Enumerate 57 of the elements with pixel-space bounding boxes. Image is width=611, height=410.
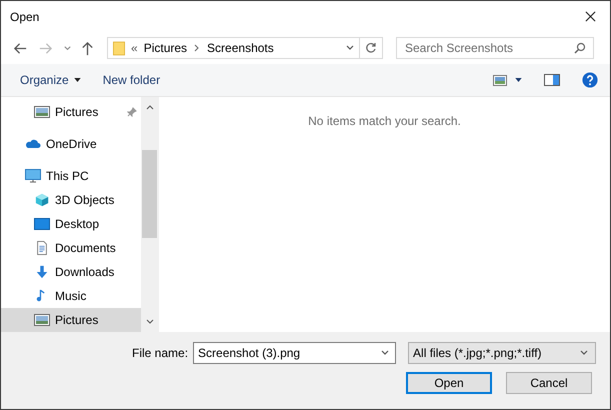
breadcrumb[interactable]: Pictures — [144, 41, 188, 55]
sidebar-item[interactable]: This PC — [1, 164, 141, 188]
picture-icon — [34, 313, 50, 327]
file-name-label: File name: — [132, 346, 188, 360]
sidebar-label: Downloads — [55, 265, 116, 279]
scroll-up-icon[interactable] — [146, 105, 154, 110]
new-folder-button[interactable]: New folder — [102, 73, 160, 87]
view-icon[interactable] — [493, 74, 507, 86]
sidebar-item[interactable]: Pictures — [1, 308, 141, 332]
chevron-right-icon — [194, 44, 200, 52]
close-icon[interactable] — [585, 11, 596, 22]
address-bar[interactable]: « Pictures Screenshots — [107, 37, 383, 59]
download-icon — [34, 265, 50, 279]
search-field[interactable]: Search Screenshots — [396, 37, 594, 59]
search-icon — [574, 42, 586, 54]
pin-icon — [127, 107, 137, 117]
chevron-down-icon[interactable] — [63, 44, 72, 52]
sidebar-label: Music — [55, 289, 88, 303]
caret-icon[interactable] — [515, 78, 522, 82]
picture-icon — [34, 105, 50, 119]
preview-pane-icon[interactable] — [544, 74, 560, 86]
organize-button[interactable]: Organize — [20, 73, 69, 87]
sidebar-label: Documents — [55, 241, 117, 255]
sidebar-item[interactable]: Desktop — [1, 212, 141, 236]
back-arrow-icon[interactable] — [13, 40, 28, 56]
sidebar-item[interactable]: Music — [1, 284, 141, 308]
cube-icon — [34, 193, 50, 207]
sidebar-label: OneDrive — [46, 137, 98, 151]
up-arrow-icon[interactable] — [80, 40, 95, 56]
file-name-field[interactable]: Screenshot (3).png — [193, 342, 396, 364]
cancel-button[interactable]: Cancel — [506, 372, 592, 394]
sidebar-item[interactable]: OneDrive — [1, 132, 141, 156]
sidebar-item[interactable]: Documents — [1, 236, 141, 260]
sidebar-label: 3D Objects — [55, 193, 116, 207]
sidebar-label: This PC — [46, 169, 90, 183]
document-icon — [34, 241, 50, 255]
open-button[interactable]: Open — [406, 372, 492, 394]
file-type-dropdown[interactable]: All files (*.jpg;*.png;*.tiff) — [408, 342, 596, 364]
caret-icon — [74, 78, 81, 82]
sidebar-label: Desktop — [55, 217, 100, 231]
scrollbar[interactable] — [141, 97, 158, 332]
help-icon[interactable] — [582, 72, 598, 88]
sidebar-item[interactable]: 3D Objects — [1, 188, 141, 212]
monitor-icon — [25, 169, 41, 183]
window-title: Open — [10, 10, 40, 24]
refresh-icon — [365, 42, 377, 54]
sidebar-label: Pictures — [55, 105, 100, 119]
desktop-icon — [34, 217, 50, 231]
folder-icon — [113, 40, 125, 56]
scroll-down-icon[interactable] — [146, 319, 154, 324]
cloud-icon — [25, 137, 41, 151]
sidebar-label: Pictures — [55, 313, 100, 327]
sidebar-item[interactable]: Downloads — [1, 260, 141, 284]
empty-message: No items match your search. — [308, 114, 461, 128]
overflow-chevrons[interactable]: « — [131, 41, 138, 55]
sidebar-item[interactable]: Pictures — [1, 100, 141, 124]
breadcrumb[interactable]: Screenshots — [207, 41, 274, 55]
